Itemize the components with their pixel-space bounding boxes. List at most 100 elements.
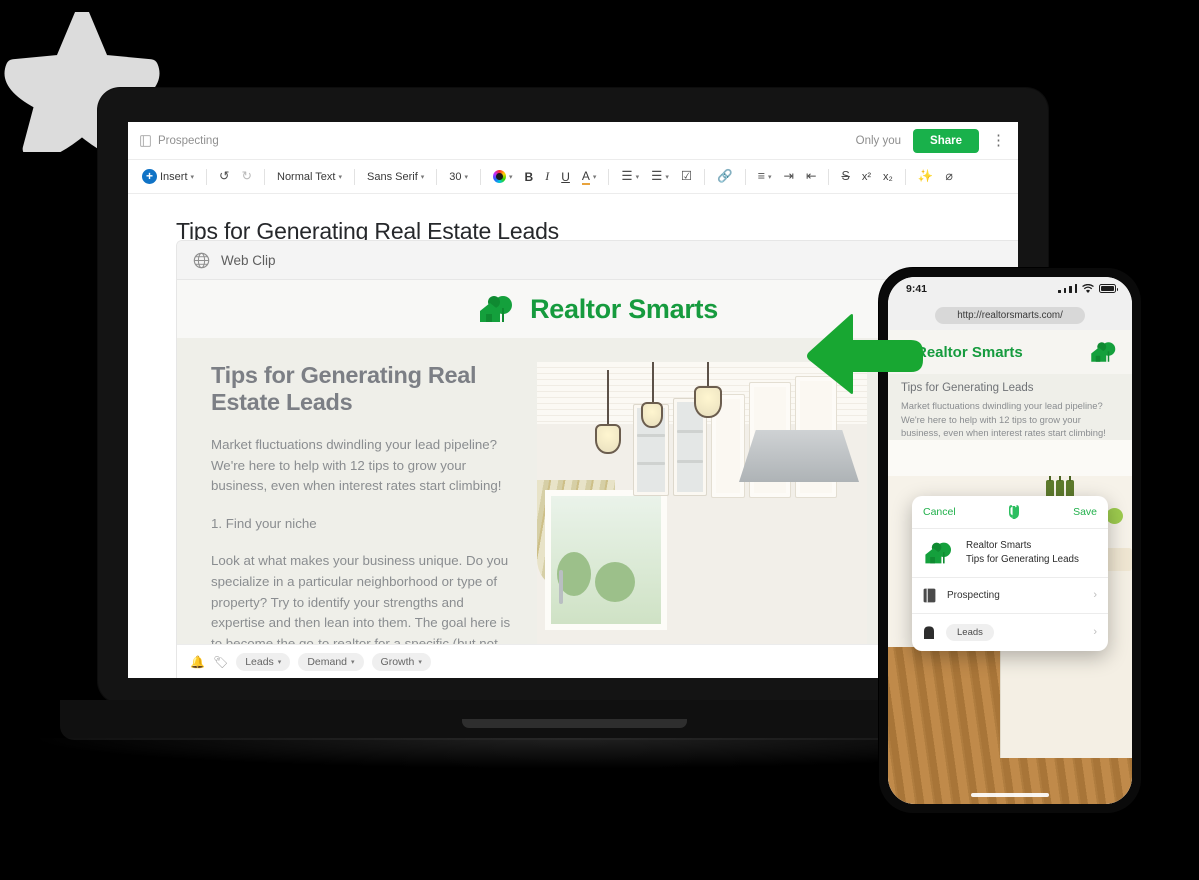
divider: [904, 168, 906, 185]
tag-chip[interactable]: Demand ▾: [298, 652, 364, 671]
redo-button[interactable]: ↻: [237, 167, 257, 186]
font-family-select[interactable]: Sans Serif ▾: [362, 168, 429, 186]
sheet-header: Cancel Save: [912, 496, 1108, 529]
font-size-select[interactable]: 30 ▾: [444, 168, 473, 186]
color-wheel-icon: [493, 170, 507, 183]
clear-formatting-icon: ⌀: [945, 169, 953, 184]
battery-icon: [1099, 284, 1119, 293]
tag-label: Growth: [380, 655, 415, 668]
strikethrough-button[interactable]: S: [836, 167, 854, 186]
phone-status-bar: 9:41: [888, 277, 1132, 300]
sheet-note-row[interactable]: Realtor Smarts Tips for Generating Leads: [912, 529, 1108, 578]
underline-button[interactable]: U: [556, 167, 575, 187]
superscript-icon: x²: [861, 170, 871, 183]
chevron-right-icon: ›: [1093, 626, 1097, 639]
clip-paragraph: Look at what makes your business unique.…: [211, 553, 511, 650]
tag-label: Leads: [245, 655, 274, 668]
divider: [704, 168, 706, 185]
cellular-signal-icon: [1058, 283, 1077, 294]
link-button[interactable]: 🔗: [712, 167, 738, 186]
tag-chip[interactable]: Leads ▾: [236, 652, 291, 671]
presence-label: Only you: [855, 134, 902, 147]
add-tag-icon[interactable]: 🏷: [213, 655, 228, 669]
sheet-notebook-label: Prospecting: [947, 589, 1000, 601]
paragraph-style-select[interactable]: Normal Text ▾: [272, 168, 347, 186]
outdent-icon: ⇤: [805, 169, 817, 184]
checklist-button[interactable]: ☑: [676, 167, 697, 186]
sheet-tag-row[interactable]: Leads ›: [912, 614, 1108, 651]
divider: [480, 168, 482, 185]
share-button[interactable]: Share: [913, 128, 979, 153]
bold-icon: B: [524, 169, 534, 184]
chevron-down-icon: ▾: [665, 173, 669, 181]
numbered-list-button[interactable]: ☰ ▾: [646, 167, 674, 186]
superscript-button[interactable]: x²: [857, 168, 876, 186]
sheet-note-text: Realtor Smarts Tips for Generating Leads: [966, 539, 1079, 567]
sheet-note-subtitle: Tips for Generating Leads: [966, 553, 1079, 565]
outdent-button[interactable]: ⇤: [801, 167, 821, 186]
indent-button[interactable]: ⇥: [779, 167, 799, 186]
kitchen-illustration: [537, 362, 867, 678]
wifi-icon: [1082, 283, 1094, 293]
tag-chip[interactable]: Growth ▾: [371, 652, 431, 671]
notebook-icon: [140, 134, 151, 147]
align-icon: ≡: [757, 169, 765, 184]
clear-formatting-button[interactable]: ⌀: [940, 167, 958, 186]
phone-heading: Tips for Generating Leads: [901, 382, 1034, 394]
bulleted-list-button[interactable]: ☰ ▾: [616, 167, 644, 186]
link-icon: 🔗: [717, 169, 733, 184]
divider: [436, 168, 438, 185]
topbar-right: Only you Share ⋮: [855, 128, 1006, 153]
document-topbar: Prospecting Only you Share ⋮: [128, 122, 1018, 160]
highlight-icon: A: [581, 168, 590, 185]
insert-button[interactable]: + Insert ▾: [137, 166, 199, 187]
sheet-tag-chip[interactable]: Leads: [946, 623, 994, 641]
more-options-icon[interactable]: ⋮: [991, 133, 1006, 148]
chevron-down-icon: ▾: [464, 173, 469, 181]
sheet-notebook-row[interactable]: Prospecting ›: [912, 578, 1108, 614]
chevron-down-icon: ▾: [767, 173, 772, 181]
tag-label: Demand: [307, 655, 348, 668]
clip-kitchen-photo: [537, 362, 867, 678]
realtor-smarts-logo-icon: [925, 542, 951, 564]
subscript-button[interactable]: x₂: [878, 168, 898, 186]
sheet-note-title: Realtor Smarts: [966, 540, 1032, 551]
cancel-button[interactable]: Cancel: [923, 506, 956, 518]
chevron-right-icon: ›: [1093, 589, 1097, 602]
phone-paragraph: Market fluctuations dwindling your lead …: [901, 400, 1106, 439]
clip-paragraph: 1. Find your niche: [211, 515, 317, 531]
breadcrumb-label: Prospecting: [158, 134, 219, 147]
divider: [354, 168, 355, 185]
breadcrumb[interactable]: Prospecting: [140, 135, 219, 147]
notebook-icon: [923, 588, 936, 603]
divider: [828, 168, 830, 185]
add-reminder-icon[interactable]: 🔔: [190, 655, 205, 669]
address-field[interactable]: http://realtorsmarts.com/: [935, 306, 1085, 324]
phone-brand-name: Realtor Smarts: [916, 343, 1023, 361]
page-title: Tips for Generating Real Estate Leads: [176, 218, 559, 244]
ai-assist-button[interactable]: ✨: [913, 167, 939, 186]
font-family-value: Sans Serif: [367, 170, 418, 183]
font-size-value: 30: [449, 170, 462, 183]
italic-icon: I: [545, 169, 550, 183]
tag-icon: [924, 626, 934, 639]
realtor-smarts-logo-icon: [1091, 342, 1116, 362]
home-indicator: [971, 793, 1049, 797]
chevron-down-icon: ▾: [418, 658, 422, 666]
globe-icon: [193, 252, 210, 268]
highlight-button[interactable]: A ▾: [577, 166, 602, 188]
subscript-icon: x₂: [882, 170, 893, 183]
text-color-button[interactable]: ▾: [488, 167, 518, 186]
indent-icon: ⇥: [783, 169, 794, 184]
chevron-down-icon: ▾: [592, 173, 597, 181]
chevron-down-icon: ▾: [509, 173, 513, 181]
undo-button[interactable]: ↺: [214, 167, 234, 186]
clip-heading: Tips for Generating Real Estate Leads: [211, 362, 477, 415]
save-button[interactable]: Save: [1073, 506, 1097, 518]
align-button[interactable]: ≡ ▾: [753, 167, 777, 186]
italic-button[interactable]: I: [540, 166, 554, 187]
clip-brand-name: Realtor Smarts: [530, 293, 718, 324]
numbered-list-icon: ☰: [651, 169, 663, 184]
bold-button[interactable]: B: [520, 167, 539, 187]
divider: [264, 168, 265, 185]
